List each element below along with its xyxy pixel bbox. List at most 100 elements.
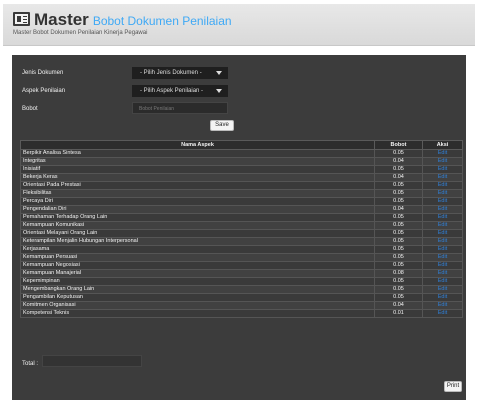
- edit-link[interactable]: Edit: [422, 309, 463, 318]
- edit-link[interactable]: Edit: [422, 189, 463, 198]
- cell-nama-aspek: Pengambilan Keputusan: [20, 293, 375, 302]
- jenis-dokumen-select-value: - Pilih Jenis Dokumen -: [140, 70, 202, 76]
- jenis-dokumen-label: Jenis Dokumen: [22, 70, 64, 76]
- cell-nama-aspek: Inisiatif: [20, 165, 375, 174]
- aspek-penilaian-label: Aspek Penilaian: [22, 88, 66, 94]
- column-header-bobot: Bobot: [374, 140, 423, 150]
- cell-bobot: 0.05: [374, 197, 423, 206]
- edit-link[interactable]: Edit: [422, 197, 463, 206]
- cell-nama-aspek: Kompetensi Teknis: [20, 309, 375, 318]
- edit-link[interactable]: Edit: [422, 213, 463, 222]
- table-row: Kemampuan Persuasi 0.05 Edit: [20, 253, 463, 262]
- cell-nama-aspek: Kerjasama: [20, 245, 375, 254]
- cell-nama-aspek: Pemahaman Terhadap Orang Lain: [20, 213, 375, 222]
- cell-bobot: 0.05: [374, 229, 423, 238]
- aspek-penilaian-select[interactable]: - Pilih Aspek Penilaian -: [132, 85, 228, 97]
- table-row: Komitmen Organisasi 0.04 Edit: [20, 301, 463, 310]
- jenis-dokumen-select[interactable]: - Pilih Jenis Dokumen -: [132, 67, 228, 79]
- cell-nama-aspek: Berpikir Analisa Sintesa: [20, 149, 375, 158]
- aspek-penilaian-select-value: - Pilih Aspek Penilaian -: [140, 88, 204, 94]
- table-row: Fleksibilitas 0.05 Edit: [20, 189, 463, 198]
- table-row: Kerjasama 0.05 Edit: [20, 245, 463, 254]
- edit-link[interactable]: Edit: [422, 173, 463, 182]
- cell-bobot: 0.04: [374, 173, 423, 182]
- cell-bobot: 0.05: [374, 181, 423, 190]
- cell-nama-aspek: Kepemimpinan: [20, 277, 375, 286]
- edit-link[interactable]: Edit: [422, 293, 463, 302]
- cell-nama-aspek: Kemampuan Persuasi: [20, 253, 375, 262]
- table-row: Kepemimpinan 0.05 Edit: [20, 277, 463, 286]
- cell-bobot: 0.05: [374, 149, 423, 158]
- cell-nama-aspek: Kemampuan Negosiasi: [20, 261, 375, 270]
- edit-link[interactable]: Edit: [422, 221, 463, 230]
- bobot-table: Nama Aspek Bobot Aksi Berpikir Analisa S…: [20, 140, 463, 318]
- edit-link[interactable]: Edit: [422, 237, 463, 246]
- table-row: Pengambilan Keputusan 0.05 Edit: [20, 293, 463, 302]
- edit-link[interactable]: Edit: [422, 301, 463, 310]
- main-panel: Jenis Dokumen - Pilih Jenis Dokumen - As…: [12, 55, 466, 400]
- cell-nama-aspek: Keterampilan Menjalin Hubungan Interpers…: [20, 237, 375, 246]
- edit-link[interactable]: Edit: [422, 245, 463, 254]
- total-field[interactable]: [42, 355, 142, 367]
- cell-bobot: 0.05: [374, 277, 423, 286]
- edit-link[interactable]: Edit: [422, 205, 463, 214]
- page-title: Master Bobot Dokumen Penilaian: [34, 10, 232, 30]
- page-subtitle: Bobot Dokumen Penilaian: [92, 14, 232, 28]
- table-header-row: Nama Aspek Bobot Aksi: [20, 140, 463, 150]
- print-button[interactable]: Print: [444, 381, 462, 392]
- edit-link[interactable]: Edit: [422, 253, 463, 262]
- cell-nama-aspek: Percaya Diri: [20, 197, 375, 206]
- table-row: Orientasi Melayani Orang Lain 0.05 Edit: [20, 229, 463, 238]
- cell-bobot: 0.05: [374, 293, 423, 302]
- cell-nama-aspek: Pengendalian Diri: [20, 205, 375, 214]
- table-row: Kompetensi Teknis 0.01 Edit: [20, 309, 463, 318]
- edit-link[interactable]: Edit: [422, 229, 463, 238]
- edit-link[interactable]: Edit: [422, 285, 463, 294]
- column-header-nama-aspek: Nama Aspek: [20, 140, 375, 150]
- cell-bobot: 0.04: [374, 301, 423, 310]
- table-row: Pengendalian Diri 0.04 Edit: [20, 205, 463, 214]
- cell-nama-aspek: Fleksibilitas: [20, 189, 375, 198]
- table-row: Kemampuan Negosiasi 0.05 Edit: [20, 261, 463, 270]
- total-label: Total :: [22, 361, 39, 367]
- table-row: Mengembangkan Orang Lain 0.05 Edit: [20, 285, 463, 294]
- edit-link[interactable]: Edit: [422, 165, 463, 174]
- table-row: Percaya Diri 0.05 Edit: [20, 197, 463, 206]
- cell-bobot: 0.05: [374, 189, 423, 198]
- table-row: Pemahaman Terhadap Orang Lain 0.05 Edit: [20, 213, 463, 222]
- edit-link[interactable]: Edit: [422, 149, 463, 158]
- cell-bobot: 0.05: [374, 213, 423, 222]
- table-row: Integritas 0.04 Edit: [20, 157, 463, 166]
- bobot-label: Bobot: [22, 106, 38, 112]
- cell-nama-aspek: Kemampuan Manajerial: [20, 269, 375, 278]
- edit-link[interactable]: Edit: [422, 277, 463, 286]
- bobot-input[interactable]: Bobot Penilaian: [132, 102, 228, 114]
- table-row: Kemampuan Manajerial 0.08 Edit: [20, 269, 463, 278]
- table-row: Keterampilan Menjalin Hubungan Interpers…: [20, 237, 463, 246]
- cell-nama-aspek: Mengembangkan Orang Lain: [20, 285, 375, 294]
- cell-nama-aspek: Integritas: [20, 157, 375, 166]
- cell-bobot: 0.04: [374, 205, 423, 214]
- edit-link[interactable]: Edit: [422, 181, 463, 190]
- table-row: Kemampuan Komunikasi 0.05 Edit: [20, 221, 463, 230]
- table-row: Orientasi Pada Prestasi 0.05 Edit: [20, 181, 463, 190]
- page-header: Master Bobot Dokumen Penilaian Master Bob…: [3, 4, 475, 46]
- edit-link[interactable]: Edit: [422, 261, 463, 270]
- cell-nama-aspek: Komitmen Organisasi: [20, 301, 375, 310]
- page-caption: Master Bobot Dokumen Penilaian Kinerja P…: [13, 30, 148, 36]
- edit-link[interactable]: Edit: [422, 269, 463, 278]
- cell-bobot: 0.05: [374, 237, 423, 246]
- edit-link[interactable]: Edit: [422, 157, 463, 166]
- cell-bobot: 0.05: [374, 245, 423, 254]
- cell-nama-aspek: Orientasi Pada Prestasi: [20, 181, 375, 190]
- cell-nama-aspek: Orientasi Melayani Orang Lain: [20, 229, 375, 238]
- column-header-aksi: Aksi: [422, 140, 463, 150]
- cell-bobot: 0.01: [374, 309, 423, 318]
- chevron-down-icon: [216, 89, 222, 93]
- cell-bobot: 0.08: [374, 269, 423, 278]
- cell-bobot: 0.04: [374, 157, 423, 166]
- chevron-down-icon: [216, 71, 222, 75]
- cell-bobot: 0.05: [374, 221, 423, 230]
- save-button[interactable]: Save: [210, 120, 234, 131]
- cell-bobot: 0.05: [374, 253, 423, 262]
